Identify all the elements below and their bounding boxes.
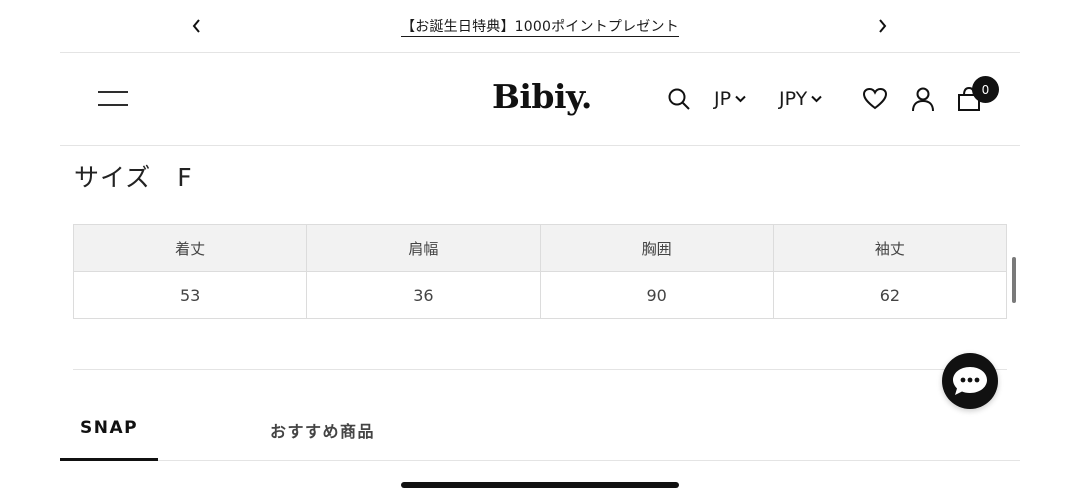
language-label: JP — [714, 88, 732, 110]
table-row: 53 36 90 62 — [72, 271, 1008, 319]
tab-recommended[interactable]: おすすめ商品 — [270, 418, 375, 442]
table-cell: 90 — [539, 271, 774, 319]
currency-label: JPY — [779, 88, 808, 110]
heart-icon[interactable] — [862, 85, 888, 113]
site-header: Bibiy. JP JPY 0 — [60, 53, 1020, 146]
table-header-cell: 胸囲 — [539, 224, 774, 272]
language-selector[interactable]: JP — [714, 85, 746, 113]
menu-icon[interactable] — [96, 87, 130, 111]
chat-bubble-icon — [953, 367, 987, 395]
logo[interactable]: Bibiy. — [492, 77, 592, 116]
home-indicator — [401, 482, 679, 488]
size-table: 着丈 肩幅 胸囲 袖丈 53 36 90 62 — [72, 224, 1008, 319]
table-cell: 53 — [72, 271, 308, 319]
chat-button[interactable] — [942, 353, 998, 409]
table-header-cell: 肩幅 — [306, 224, 541, 272]
active-tab-indicator — [60, 458, 158, 461]
table-header-row: 着丈 肩幅 胸囲 袖丈 — [72, 224, 1008, 272]
chevron-right-icon[interactable] — [870, 14, 894, 38]
section-divider — [73, 369, 1007, 370]
search-icon[interactable] — [667, 85, 691, 113]
chevron-down-icon — [735, 95, 746, 103]
size-title: サイズ F — [74, 163, 193, 192]
user-icon[interactable] — [911, 85, 935, 113]
announcement-bar: 【お誕生日特典】1000ポイントプレゼント — [60, 0, 1020, 53]
table-cell: 36 — [306, 271, 541, 319]
table-header-cell: 着丈 — [72, 224, 308, 272]
tab-snap[interactable]: SNAP — [80, 418, 138, 438]
scrollbar[interactable] — [1012, 257, 1016, 303]
currency-selector[interactable]: JPY — [779, 85, 822, 113]
chevron-down-icon — [811, 95, 822, 103]
tabs-divider — [60, 460, 1020, 461]
cart-count-badge: 0 — [972, 76, 999, 103]
announcement-link[interactable]: 【お誕生日特典】1000ポイントプレゼント — [401, 19, 679, 37]
table-header-cell: 袖丈 — [772, 224, 1008, 272]
table-cell: 62 — [772, 271, 1008, 319]
